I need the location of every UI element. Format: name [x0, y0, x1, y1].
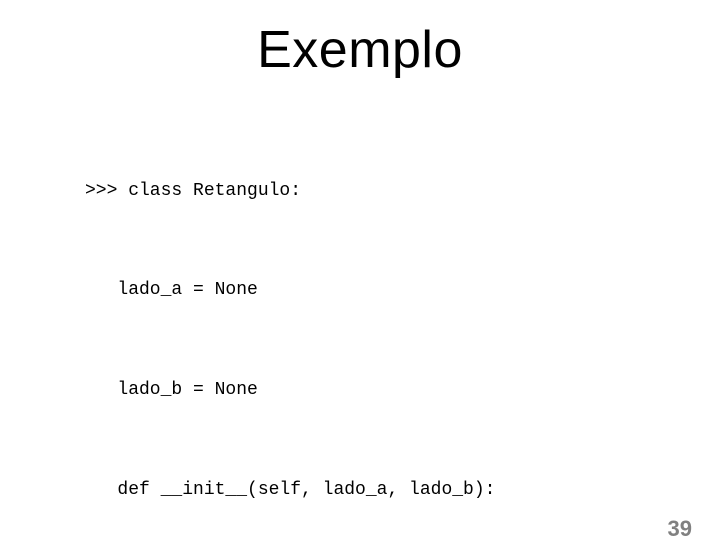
code-line: lado_a = None — [85, 274, 680, 307]
code-line: lado_b = None — [85, 374, 680, 407]
code-line: >>> class Retangulo: — [85, 175, 680, 208]
page-number: 39 — [668, 516, 692, 540]
slide-title: Exemplo — [0, 20, 720, 80]
slide: Exemplo >>> class Retangulo: lado_a = No… — [0, 20, 720, 540]
code-block: >>> class Retangulo: lado_a = None lado_… — [85, 108, 680, 540]
code-line: def __init__(self, lado_a, lado_b): — [85, 474, 680, 507]
